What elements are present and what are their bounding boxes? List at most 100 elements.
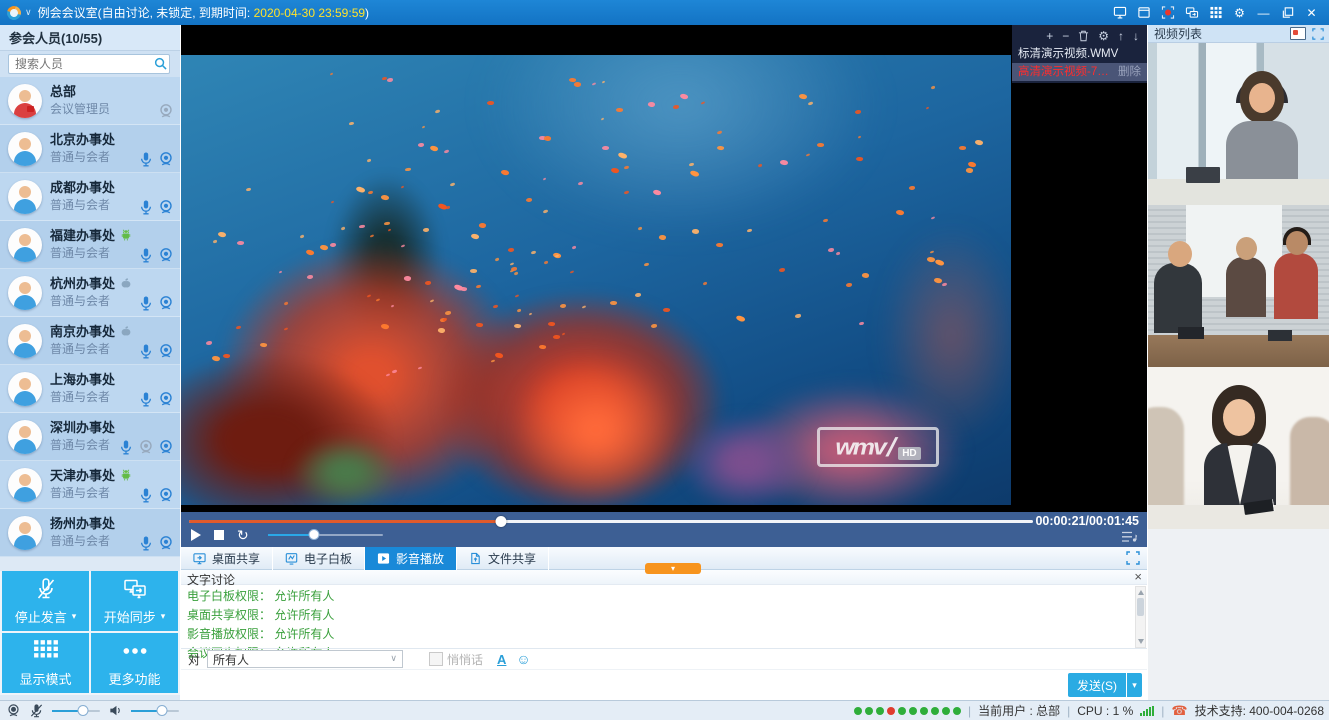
tab-item[interactable]: 电子白板	[273, 547, 365, 570]
record-icon[interactable]	[1160, 6, 1175, 20]
delete-file-button[interactable]: 删除	[1118, 63, 1141, 81]
playlist-settings-gear-icon[interactable]: ⚙	[1098, 30, 1109, 42]
remove-file-icon[interactable]: −	[1062, 30, 1069, 42]
scroll-up-arrow-icon[interactable]	[1138, 590, 1144, 595]
playlist-file[interactable]: 标清演示视频.WMV	[1012, 45, 1147, 63]
video-tile-2[interactable]	[1148, 205, 1329, 367]
tab-item[interactable]: 桌面共享	[181, 547, 273, 570]
participant-row[interactable]: 扬州办事处普通与会者	[0, 509, 180, 557]
add-file-icon[interactable]: +	[1046, 30, 1053, 42]
fish-speck	[931, 217, 935, 220]
action-button[interactable]: 开始同步▾	[91, 571, 178, 631]
mic-icon[interactable]	[118, 439, 134, 455]
camera-icon[interactable]	[158, 247, 174, 263]
close-button[interactable]: ✕	[1304, 6, 1319, 20]
chat-scrollbar[interactable]	[1135, 586, 1146, 648]
camera-icon[interactable]	[158, 439, 174, 455]
chat-message-input[interactable]	[181, 670, 1147, 700]
participant-row[interactable]: 北京办事处普通与会者	[0, 125, 180, 173]
player-volume-slider[interactable]	[268, 534, 383, 536]
camera-icon[interactable]	[158, 103, 174, 119]
camera-icon[interactable]	[158, 295, 174, 311]
camera-icon[interactable]	[158, 343, 174, 359]
display-grid-icon[interactable]	[1208, 6, 1223, 20]
participant-row[interactable]: 杭州办事处普通与会者	[0, 269, 180, 317]
search-input[interactable]	[8, 54, 170, 74]
camera-icon[interactable]	[158, 151, 174, 167]
participant-row[interactable]: 总部会议管理员	[0, 77, 180, 125]
tab-item[interactable]: 影音播放	[365, 547, 457, 570]
mic-muted-icon[interactable]	[29, 703, 44, 718]
font-button[interactable]: A	[497, 652, 506, 667]
mic-icon[interactable]	[138, 247, 154, 263]
video-panel-expand-icon[interactable]	[1312, 28, 1324, 40]
mic-icon[interactable]	[138, 391, 154, 407]
settings-gear-icon[interactable]: ⚙	[1232, 6, 1247, 20]
playlist-file[interactable]: 高清演示视频-720P.wmv删除	[1012, 63, 1147, 81]
restore-button[interactable]	[1280, 6, 1295, 20]
playlist-toggle-icon[interactable]	[1121, 531, 1137, 543]
support-label: 技术支持: 400-004-0268	[1195, 702, 1324, 719]
mic-icon[interactable]	[138, 199, 154, 215]
video-layout-icon[interactable]	[1290, 27, 1306, 40]
participant-row[interactable]: 南京办事处普通与会者	[0, 317, 180, 365]
participant-row[interactable]: 天津办事处普通与会者	[0, 461, 180, 509]
mic-icon[interactable]	[138, 295, 154, 311]
tab-item[interactable]: 文件共享	[457, 547, 549, 570]
speaker-volume-slider[interactable]	[131, 710, 179, 712]
camera-icon[interactable]	[158, 487, 174, 503]
action-button[interactable]: 显示模式	[2, 633, 89, 693]
participant-name: 深圳办事处	[50, 420, 115, 435]
volume-handle[interactable]	[308, 529, 319, 540]
participant-row[interactable]: 成都办事处普通与会者	[0, 173, 180, 221]
seek-handle[interactable]	[496, 516, 507, 527]
send-options-caret-icon[interactable]: ▾	[1127, 673, 1142, 697]
scroll-down-arrow-icon[interactable]	[1138, 639, 1144, 644]
video-tile-1[interactable]	[1148, 43, 1329, 205]
action-button[interactable]: 停止发言▾	[2, 571, 89, 631]
chat-close-icon[interactable]: ×	[1134, 570, 1142, 584]
action-button[interactable]: 更多功能	[91, 633, 178, 693]
participant-row[interactable]: 福建办事处普通与会者	[0, 221, 180, 269]
screen-share-icon[interactable]	[1112, 6, 1127, 20]
move-up-icon[interactable]: ↑	[1118, 30, 1124, 42]
speaker-volume-handle[interactable]	[157, 705, 168, 716]
search-icon[interactable]	[154, 57, 167, 70]
camera-icon[interactable]	[158, 199, 174, 215]
emoji-button[interactable]: ☺	[516, 652, 530, 666]
minimize-button[interactable]: —	[1256, 6, 1271, 20]
whisper-checkbox[interactable]	[429, 652, 443, 666]
mic-icon[interactable]	[138, 535, 154, 551]
avatar	[8, 84, 42, 118]
stop-button[interactable]	[214, 530, 224, 540]
participants-sidebar: 参会人员(10/55) 总部会议管理员北京办事处普通与会者成都办事处普通与会者福…	[0, 25, 180, 700]
camera-icon[interactable]	[138, 439, 154, 455]
participant-row[interactable]: 上海办事处普通与会者	[0, 365, 180, 413]
send-button[interactable]: 发送(S)	[1068, 673, 1126, 697]
speaker-icon[interactable]	[108, 703, 123, 718]
mic-volume-slider[interactable]	[52, 710, 100, 712]
scrollbar-thumb[interactable]	[1137, 598, 1144, 616]
network-sync-icon[interactable]	[1184, 6, 1199, 20]
recipient-select[interactable]: 所有人 ∨	[207, 650, 403, 668]
mic-icon[interactable]	[138, 487, 154, 503]
trash-icon[interactable]	[1078, 30, 1089, 42]
collapse-panel-handle[interactable]: ▾	[645, 563, 701, 574]
mic-volume-handle[interactable]	[78, 705, 89, 716]
seek-bar[interactable]	[189, 520, 1033, 523]
mic-icon[interactable]	[138, 343, 154, 359]
loop-button[interactable]: ↻	[237, 529, 249, 541]
webcam-status-icon[interactable]	[6, 703, 21, 718]
camera-icon[interactable]	[158, 391, 174, 407]
move-down-icon[interactable]: ↓	[1133, 30, 1139, 42]
mic-icon[interactable]	[138, 151, 154, 167]
participant-row[interactable]: 深圳办事处普通与会者	[0, 413, 180, 461]
video-tile-3[interactable]	[1148, 367, 1329, 529]
window-mode-icon[interactable]	[1136, 6, 1151, 20]
play-button[interactable]	[191, 529, 201, 541]
fullscreen-expand-icon[interactable]	[1126, 551, 1140, 565]
system-menu-chevron-icon[interactable]: ∨	[25, 7, 32, 18]
camera-icon[interactable]	[158, 535, 174, 551]
send-button-group: 发送(S) ▾	[1068, 673, 1142, 697]
fish-speck	[237, 241, 244, 246]
